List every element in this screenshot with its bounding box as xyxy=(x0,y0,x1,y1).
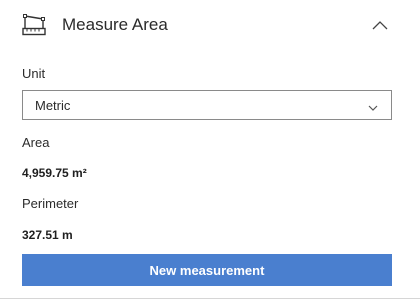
measure-area-panel: Measure Area Unit Metric Area 4,959.75 m… xyxy=(0,0,420,306)
unit-label: Unit xyxy=(22,66,46,81)
perimeter-label: Perimeter xyxy=(22,196,79,211)
divider xyxy=(0,298,420,299)
unit-select[interactable]: Metric xyxy=(22,90,392,120)
collapse-button[interactable] xyxy=(366,12,394,38)
unit-select-value: Metric xyxy=(35,98,71,113)
area-value: 4,959.75 m² xyxy=(22,166,87,180)
area-label: Area xyxy=(22,135,50,150)
chevron-down-icon xyxy=(367,100,379,111)
panel-title: Measure Area xyxy=(62,15,168,34)
measure-area-icon xyxy=(22,14,46,36)
panel-header: Measure Area xyxy=(0,0,420,50)
perimeter-value: 327.51 m xyxy=(22,228,73,242)
new-measurement-button[interactable]: New measurement xyxy=(22,254,392,286)
chevron-up-icon xyxy=(372,21,388,30)
